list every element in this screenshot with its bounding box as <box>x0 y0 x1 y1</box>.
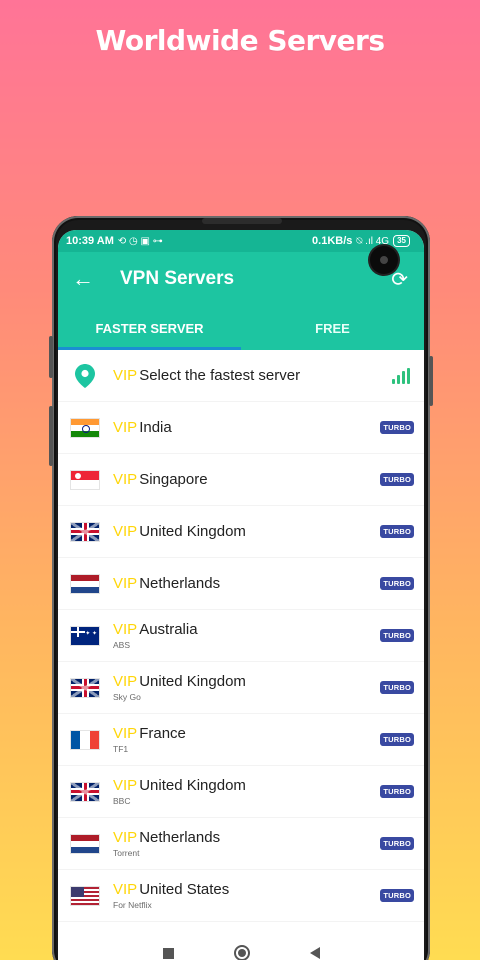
power-button <box>429 356 433 406</box>
back-arrow-icon[interactable]: ← <box>72 266 112 292</box>
server-row[interactable]: VIP India TURBO <box>58 402 424 454</box>
vip-label: VIP <box>113 367 138 384</box>
vip-label: VIP <box>113 471 138 488</box>
signal-icons: ⍉ .ıl 4G <box>356 235 390 247</box>
turbo-badge: TURBO <box>380 577 414 590</box>
flag-in-icon <box>70 417 100 438</box>
status-bar: 10:39 AM ⟲ ◷ ▣ ⊶ 0.1KB/s ⍉ .ıl 4G 35 <box>58 230 424 252</box>
turbo-badge: TURBO <box>380 837 414 850</box>
flag-gb-icon <box>70 781 100 802</box>
flag-au-icon <box>70 625 100 646</box>
phone-frame: 10:39 AM ⟲ ◷ ▣ ⊶ 0.1KB/s ⍉ .ıl 4G 35 ← V… <box>49 216 433 960</box>
page-title: VPN Servers <box>120 268 235 289</box>
server-row[interactable]: VIP Singapore TURBO <box>58 454 424 506</box>
flag-sg-icon <box>70 469 100 490</box>
flag-nl-icon <box>70 833 100 854</box>
server-list: VIP Select the fastest server VIP India TUR… <box>58 350 424 922</box>
flag-gb-icon <box>70 521 100 542</box>
server-subtitle: Torrent <box>113 848 140 858</box>
front-camera <box>370 246 398 274</box>
server-name: United Kingdom <box>139 673 246 690</box>
turbo-badge: TURBO <box>380 473 414 486</box>
vip-label: VIP <box>113 575 138 592</box>
server-subtitle: For Netflix <box>113 900 152 910</box>
tab-faster-server[interactable]: FASTER SERVER <box>58 306 241 350</box>
flag-gb-icon <box>70 677 100 698</box>
server-name: Netherlands <box>139 575 221 592</box>
server-name: United States <box>139 881 230 898</box>
server-row[interactable]: VIP United States For Netflix TURBO <box>58 870 424 922</box>
server-name: France <box>139 725 186 742</box>
volume-button <box>49 336 53 378</box>
notification-icons: ⟲ ◷ ▣ ⊶ <box>117 235 163 247</box>
home-button[interactable] <box>233 945 250 960</box>
server-row[interactable]: VIP United Kingdom BBC TURBO <box>58 766 424 818</box>
flag-us-icon <box>70 885 100 906</box>
server-subtitle: Sky Go <box>113 692 141 702</box>
tab-bar: FASTER SERVER FREE <box>58 306 424 350</box>
server-subtitle: TF1 <box>113 744 129 754</box>
vip-label: VIP <box>113 725 138 742</box>
server-row[interactable]: VIPAustralia ABS TURBO <box>58 610 424 662</box>
server-name: Singapore <box>139 471 208 488</box>
location-pin-icon <box>70 363 100 388</box>
vip-label: VIP <box>113 673 138 690</box>
server-name: Australia <box>139 621 198 638</box>
vip-label: VIP <box>113 419 138 436</box>
vip-label: VIP <box>113 523 138 540</box>
flag-fr-icon <box>70 729 100 750</box>
server-row[interactable]: VIP France TF1 TURBO <box>58 714 424 766</box>
refresh-icon[interactable]: ⟳ <box>391 267 408 292</box>
server-subtitle: BBC <box>113 796 131 806</box>
phone-screen: 10:39 AM ⟲ ◷ ▣ ⊶ 0.1KB/s ⍉ .ıl 4G 35 ← V… <box>58 230 424 960</box>
server-name: India <box>139 419 172 436</box>
recents-button[interactable] <box>162 947 174 959</box>
nav-back-button[interactable] <box>309 947 320 959</box>
fastest-server-row[interactable]: VIP Select the fastest server <box>58 350 424 402</box>
server-row[interactable]: VIP United Kingdom Sky Go TURBO <box>58 662 424 714</box>
server-row[interactable]: VIP Netherlands TURBO <box>58 558 424 610</box>
turbo-badge: TURBO <box>380 629 414 642</box>
navigation-bar <box>58 930 424 960</box>
vip-label: VIP <box>113 829 138 846</box>
flag-nl-icon <box>70 573 100 594</box>
turbo-badge: TURBO <box>380 889 414 902</box>
turbo-badge: TURBO <box>380 421 414 434</box>
signal-strength-icon <box>392 367 410 384</box>
phone-speaker <box>202 218 282 224</box>
server-name: United Kingdom <box>139 777 246 794</box>
server-row[interactable]: VIP United Kingdom TURBO <box>58 506 424 558</box>
vip-label: VIP <box>113 777 138 794</box>
server-name: Netherlands <box>139 829 221 846</box>
turbo-badge: TURBO <box>380 733 414 746</box>
promo-title: Worldwide Servers <box>95 24 386 57</box>
turbo-badge: TURBO <box>380 785 414 798</box>
fastest-server-label: Select the fastest server <box>139 367 301 384</box>
server-name: United Kingdom <box>139 523 246 540</box>
vip-label: VIP <box>113 621 138 638</box>
server-subtitle: ABS <box>113 640 131 650</box>
vip-label: VIP <box>113 881 138 898</box>
network-speed: 0.1KB/s <box>312 235 353 247</box>
turbo-badge: TURBO <box>380 525 414 538</box>
battery-icon: 35 <box>393 235 410 247</box>
volume-button-lower <box>49 406 53 466</box>
tab-free[interactable]: FREE <box>241 306 424 350</box>
turbo-badge: TURBO <box>380 681 414 694</box>
status-time: 10:39 AM <box>66 235 114 247</box>
server-row[interactable]: VIP Netherlands Torrent TURBO <box>58 818 424 870</box>
